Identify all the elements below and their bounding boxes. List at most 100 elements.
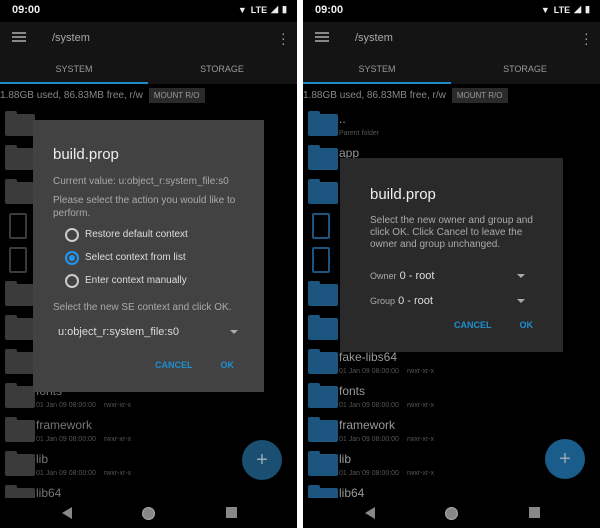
item-name: lib: [36, 452, 49, 466]
radio-icon: [65, 273, 79, 288]
file-list-item[interactable]: fonts 01 Jan 09 08:00:00 rwxr-xr-x: [303, 380, 600, 414]
signal-icon: ◢: [271, 4, 279, 14]
status-bar: 09:00 ▼ LTE ◢ ▮: [303, 0, 600, 20]
radio-label: Enter context manually: [85, 275, 187, 286]
item-date: 01 Jan 09 08:00:00: [36, 436, 96, 443]
tab-system[interactable]: SYSTEM: [0, 64, 148, 74]
folder-icon: [308, 417, 338, 442]
owner-label: Owner: [370, 271, 397, 281]
folder-icon: [5, 111, 35, 136]
dropdown-caret-icon: [517, 299, 525, 303]
item-name: framework: [36, 418, 93, 432]
dropdown-value: u:object_r:system_file:s0: [58, 326, 180, 338]
item-date: 01 Jan 09 08:00:00: [339, 436, 399, 443]
item-meta: 01 Jan 09 08:00:00 rwxr-xr-x: [339, 436, 434, 443]
recents-icon[interactable]: [226, 507, 237, 518]
item-name: framework: [339, 418, 396, 432]
item-permissions: rwxr-xr-x: [406, 402, 435, 409]
navigation-bar: [0, 498, 297, 528]
radio-enter-manually[interactable]: Enter context manually: [65, 272, 244, 289]
file-icon: [9, 213, 27, 239]
dialog-title: build.prop: [370, 186, 436, 203]
folder-icon: [308, 145, 338, 170]
more-options-icon[interactable]: · · ·: [584, 26, 589, 50]
tab-system[interactable]: SYSTEM: [303, 64, 451, 74]
current-path: /system: [355, 32, 393, 44]
usage-text: 1.88GB used, 86.83MB free, r/w: [0, 90, 143, 101]
back-icon[interactable]: [62, 507, 72, 519]
group-dropdown[interactable]: Group 0 - root: [370, 290, 541, 312]
item-date: 01 Jan 09 08:00:00: [339, 402, 399, 409]
more-options-icon[interactable]: · · ·: [281, 26, 286, 50]
item-name: fonts: [339, 384, 366, 398]
folder-icon: [5, 315, 35, 340]
radio-label: Select context from list: [85, 252, 186, 263]
folder-icon: [308, 349, 338, 374]
add-fab-button[interactable]: +: [545, 439, 585, 479]
item-meta: 01 Jan 09 08:00:00 rwxr-xr-x: [339, 470, 434, 477]
menu-icon[interactable]: [315, 32, 329, 42]
item-meta: 01 Jan 09 08:00:00 rwxr-xr-x: [36, 470, 131, 477]
file-list-item[interactable]: .. Parent folder: [303, 108, 600, 142]
ok-button[interactable]: OK: [221, 360, 235, 370]
folder-icon: [5, 349, 35, 374]
mount-button[interactable]: MOUNT R/O: [451, 88, 508, 103]
radio-checked-icon: [65, 250, 79, 265]
home-icon[interactable]: [142, 507, 155, 520]
dialog-prompt: Please select the action you would like …: [53, 195, 236, 219]
folder-icon: [5, 417, 35, 442]
folder-icon: [5, 145, 35, 170]
folder-icon: [308, 281, 338, 306]
item-meta: 01 Jan 09 08:00:00 rwxr-xr-x: [36, 436, 131, 443]
item-permissions: rwxr-xr-x: [406, 368, 435, 375]
dialog-title: build.prop: [53, 146, 119, 163]
tab-storage[interactable]: STORAGE: [148, 64, 296, 74]
storage-usage: 1.88GB used, 86.83MB free, r/w MOUNT R/O: [0, 88, 205, 103]
file-icon: [9, 247, 27, 273]
current-value: Current value: u:object_r:system_file:s0: [53, 176, 229, 187]
signal-icon: ◢: [574, 4, 582, 14]
item-permissions: rwxr-xr-x: [406, 470, 435, 477]
item-permissions: rwxr-xr-x: [406, 436, 435, 443]
tab-indicator: [303, 82, 451, 84]
radio-restore-default[interactable]: Restore default context: [65, 226, 244, 243]
file-icon: [312, 213, 330, 239]
se-context-dialog: build.prop Current value: u:object_r:sys…: [33, 120, 264, 392]
instruction-text: Select the new SE context and click OK.: [53, 302, 232, 313]
item-date: 01 Jan 09 08:00:00: [339, 368, 399, 375]
navigation-bar: [303, 498, 600, 528]
folder-icon: [308, 315, 338, 340]
add-fab-button[interactable]: +: [242, 440, 282, 480]
owner-dropdown[interactable]: Owner 0 - root: [370, 265, 541, 287]
owner-value: 0 - root: [399, 270, 435, 282]
app-bar: /system · · ·: [0, 22, 297, 56]
folder-icon: [5, 179, 35, 204]
clock: 09:00: [12, 4, 41, 16]
group-label: Group: [370, 296, 396, 306]
wifi-icon: ▼: [540, 4, 550, 15]
folder-icon: [308, 451, 338, 476]
mount-button[interactable]: MOUNT R/O: [148, 88, 205, 103]
ok-button[interactable]: OK: [520, 320, 534, 330]
usage-text: 1.88GB used, 86.83MB free, r/w: [303, 90, 446, 101]
tab-storage[interactable]: STORAGE: [451, 64, 599, 74]
folder-icon: [308, 383, 338, 408]
cancel-button[interactable]: CANCEL: [454, 320, 492, 330]
storage-usage: 1.88GB used, 86.83MB free, r/w MOUNT R/O: [303, 88, 508, 103]
cancel-button[interactable]: CANCEL: [155, 360, 193, 370]
item-date: Parent folder: [339, 130, 380, 137]
home-icon[interactable]: [445, 507, 458, 520]
back-icon[interactable]: [365, 507, 375, 519]
current-path: /system: [52, 32, 90, 44]
radio-select-from-list[interactable]: Select context from list: [65, 249, 244, 266]
item-meta: 01 Jan 09 08:00:00 rwxr-xr-x: [339, 368, 434, 375]
radio-icon: [65, 227, 79, 242]
folder-icon: [5, 281, 35, 306]
context-dropdown[interactable]: u:object_r:system_file:s0: [53, 320, 244, 338]
item-name: ..: [339, 112, 346, 126]
menu-icon[interactable]: [12, 32, 26, 42]
recents-icon[interactable]: [529, 507, 540, 518]
wifi-icon: ▼: [237, 4, 247, 15]
item-meta: 01 Jan 09 08:00:00 rwxr-xr-x: [339, 402, 434, 409]
status-bar: 09:00 ▼ LTE ◢ ▮: [0, 0, 297, 20]
